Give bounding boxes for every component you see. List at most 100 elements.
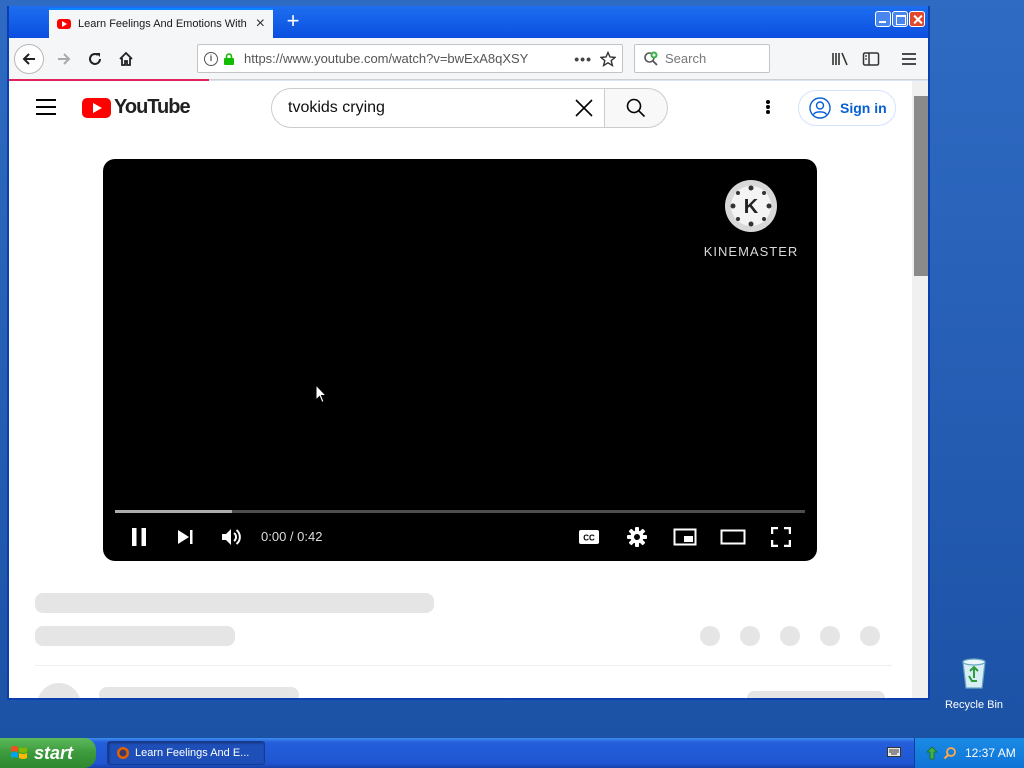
network-icon[interactable] bbox=[925, 746, 939, 760]
youtube-logo-text: YouTube bbox=[114, 96, 191, 118]
system-tray: 12:37 AM bbox=[914, 738, 1024, 768]
kinemaster-logo-letter: K bbox=[744, 196, 759, 218]
lock-icon bbox=[224, 52, 234, 65]
reload-icon bbox=[89, 53, 101, 65]
recycle-bin-label: Recycle Bin bbox=[944, 699, 1004, 711]
captions-label: CC bbox=[583, 534, 595, 543]
time-display: 0:00 / 0:42 bbox=[261, 529, 323, 544]
settings-kebab-icon[interactable] bbox=[763, 97, 773, 117]
channel-placeholder bbox=[35, 626, 235, 646]
browser-app-icon bbox=[117, 747, 129, 759]
action-placeholder bbox=[820, 626, 840, 646]
pause-icon bbox=[132, 528, 146, 546]
miniplayer-button[interactable] bbox=[671, 523, 699, 551]
tab-strip: Learn Feelings And Emotions With × + bbox=[9, 6, 928, 38]
gear-icon bbox=[627, 527, 647, 547]
settings-button[interactable] bbox=[623, 523, 651, 551]
fullscreen-button[interactable] bbox=[767, 523, 795, 551]
page-scrollbar[interactable] bbox=[912, 81, 928, 698]
tab-close-icon[interactable]: × bbox=[256, 16, 265, 32]
home-icon bbox=[119, 51, 133, 66]
close-window-button[interactable] bbox=[909, 11, 925, 27]
youtube-search-button[interactable] bbox=[605, 88, 668, 128]
mouse-cursor-icon bbox=[315, 384, 327, 404]
next-button[interactable] bbox=[171, 523, 199, 551]
tab-active[interactable]: Learn Feelings And Emotions With × bbox=[49, 8, 273, 38]
progress-bar[interactable] bbox=[115, 510, 805, 513]
search-engine-icon bbox=[644, 51, 658, 66]
back-button[interactable] bbox=[14, 44, 44, 74]
fullscreen-icon bbox=[771, 527, 791, 547]
youtube-play-icon bbox=[82, 97, 111, 118]
page-actions-icon[interactable]: ••• bbox=[574, 51, 592, 67]
forward-button[interactable] bbox=[49, 44, 79, 74]
tab-title: Learn Feelings And Emotions With bbox=[78, 18, 247, 30]
kinemaster-text: KINEMASTER bbox=[703, 244, 799, 259]
pause-button[interactable] bbox=[125, 523, 153, 551]
avatar-placeholder bbox=[37, 683, 81, 698]
closed-captions-icon: CC bbox=[579, 530, 599, 544]
captions-button[interactable]: CC bbox=[575, 523, 603, 551]
arrow-left-icon bbox=[22, 53, 35, 65]
kinemaster-logo-icon: K bbox=[725, 180, 777, 232]
taskbar: start Learn Feelings And E... 12:37 AM bbox=[0, 738, 1024, 768]
subscribe-placeholder bbox=[747, 691, 885, 698]
minimize-button[interactable] bbox=[875, 11, 891, 27]
search-placeholder: Search bbox=[665, 51, 707, 66]
search-bar[interactable]: Search bbox=[634, 44, 770, 73]
theater-mode-button[interactable] bbox=[719, 523, 747, 551]
guide-menu-icon[interactable] bbox=[36, 99, 56, 115]
youtube-header: YouTube tvokids crying Sign in bbox=[9, 81, 912, 137]
search-query-text: tvokids crying bbox=[288, 99, 385, 116]
hamburger-menu-icon bbox=[902, 53, 916, 65]
sign-in-label: Sign in bbox=[840, 100, 887, 116]
close-icon bbox=[575, 99, 593, 117]
description-placeholder bbox=[99, 687, 299, 698]
home-button[interactable] bbox=[111, 44, 141, 74]
youtube-favicon-icon bbox=[57, 19, 71, 29]
new-tab-button[interactable]: + bbox=[281, 10, 305, 34]
site-info-icon[interactable]: i bbox=[204, 51, 218, 66]
start-button[interactable]: start bbox=[0, 738, 96, 768]
action-placeholder bbox=[860, 626, 880, 646]
miniplayer-icon bbox=[673, 528, 697, 546]
recycle-bin-shortcut[interactable]: Recycle Bin bbox=[944, 656, 1004, 711]
url-text: https://www.youtube.com/watch?v=bwExA8qX… bbox=[244, 51, 529, 66]
web-page: YouTube tvokids crying Sign in K KINEMAS… bbox=[9, 81, 912, 698]
bookmark-star-icon[interactable] bbox=[600, 50, 616, 67]
youtube-logo[interactable]: YouTube bbox=[82, 96, 191, 119]
library-button[interactable] bbox=[829, 48, 851, 70]
action-placeholder bbox=[780, 626, 800, 646]
sidebar-icon bbox=[862, 52, 880, 66]
youtube-search-input[interactable]: tvokids crying bbox=[271, 88, 605, 128]
theater-mode-icon bbox=[720, 529, 746, 545]
sidebar-toggle-button[interactable] bbox=[860, 48, 882, 70]
taskbar-item-browser[interactable]: Learn Feelings And E... bbox=[107, 741, 265, 765]
search-tray-icon[interactable] bbox=[943, 746, 957, 760]
start-label: start bbox=[34, 742, 74, 763]
kinemaster-watermark: K KINEMASTER bbox=[703, 179, 799, 259]
skip-next-icon bbox=[178, 530, 193, 544]
scrollbar-thumb[interactable] bbox=[914, 96, 928, 276]
menu-button[interactable] bbox=[898, 48, 920, 70]
video-player[interactable]: K KINEMASTER 0:00 / 0:42 CC bbox=[103, 159, 817, 561]
maximize-button[interactable] bbox=[892, 11, 908, 27]
volume-button[interactable] bbox=[217, 523, 245, 551]
library-icon bbox=[832, 52, 848, 66]
reload-button[interactable] bbox=[80, 44, 110, 74]
arrow-right-icon bbox=[58, 53, 71, 65]
recycle-bin-icon bbox=[962, 658, 986, 689]
buffer-fill bbox=[115, 510, 233, 513]
taskbar-item-label: Learn Feelings And E... bbox=[135, 747, 250, 759]
clear-search-button[interactable] bbox=[564, 89, 604, 127]
account-icon bbox=[809, 97, 831, 119]
sign-in-button[interactable]: Sign in bbox=[798, 90, 896, 126]
action-placeholder bbox=[700, 626, 720, 646]
clock: 12:37 AM bbox=[965, 746, 1016, 760]
windows-logo-icon bbox=[11, 746, 27, 759]
title-placeholder bbox=[35, 593, 434, 613]
address-bar[interactable]: i https://www.youtube.com/watch?v=bwExA8… bbox=[197, 44, 623, 73]
keyboard-icon[interactable] bbox=[887, 747, 901, 757]
divider bbox=[35, 665, 892, 666]
browser-window: Learn Feelings And Emotions With × + i h… bbox=[7, 6, 930, 700]
